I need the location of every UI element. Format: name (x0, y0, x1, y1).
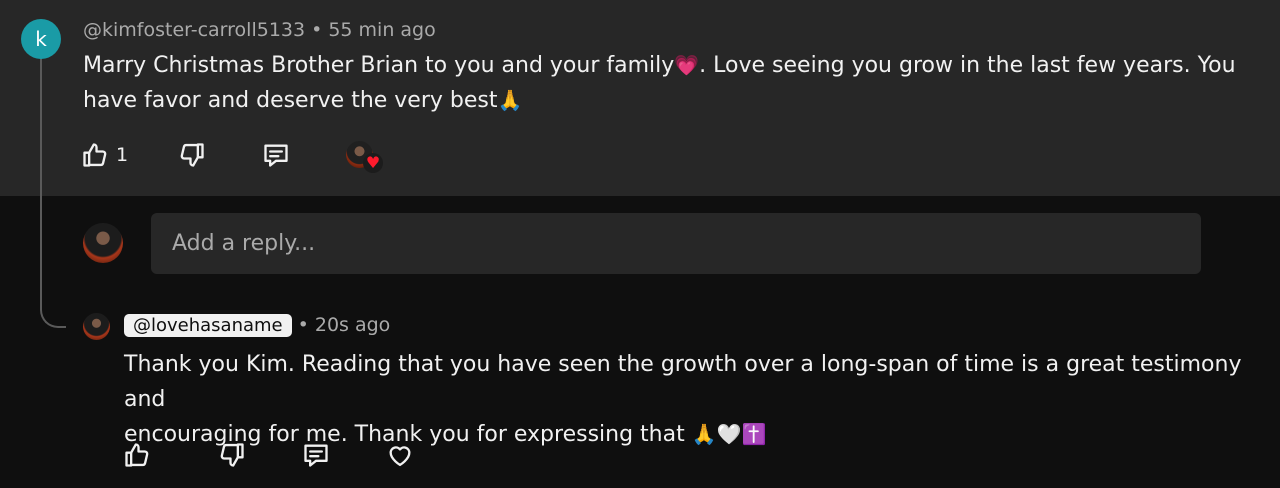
reply-icon (264, 144, 288, 167)
red-heart-icon: ♥ (363, 153, 383, 173)
reply-time[interactable]: 20s ago (315, 314, 390, 336)
meta-separator: • (311, 19, 323, 41)
reply-icon (304, 444, 328, 467)
creator-heart-badge[interactable]: ♥ (346, 141, 384, 175)
like-count: 1 (116, 144, 129, 166)
heart-icon (389, 446, 411, 467)
praying-hands-emoji: 🙏 (497, 88, 523, 112)
pink-heart-emoji: 💗 (674, 53, 700, 77)
meta-separator: • (297, 314, 309, 336)
reply-like-button[interactable] (123, 441, 151, 469)
add-reply-input[interactable] (151, 213, 1201, 274)
reply-author-chip[interactable]: @lovehasaname (124, 314, 292, 337)
reply-line-1: Thank you Kim. Reading that you have see… (124, 352, 1242, 412)
thumb-down-icon (220, 443, 244, 467)
reply-button[interactable] (262, 141, 290, 169)
thumb-up-icon (83, 143, 107, 167)
comment-line-1: Marry Christmas Brother Brian to you and… (83, 53, 1236, 78)
reply-dislike-button[interactable] (218, 441, 246, 469)
comment-text: Marry Christmas Brother Brian to you and… (83, 48, 1236, 118)
reply-author-avatar[interactable] (83, 313, 110, 340)
commenter-avatar[interactable]: k (21, 19, 61, 59)
comment-author[interactable]: @kimfoster-carroll5133 (83, 19, 305, 41)
comment-actions: 1 (81, 141, 290, 169)
reply-actions (123, 441, 414, 469)
reply-emojis: 🙏🤍✝️ (691, 422, 767, 446)
reply-meta: @lovehasaname • 20s ago (124, 314, 390, 337)
comment-time[interactable]: 55 min ago (328, 19, 435, 41)
reply-box[interactable] (151, 213, 1201, 274)
comment-line-2: have favor and deserve the very best🙏 (83, 88, 523, 113)
reply-text: Thank you Kim. Reading that you have see… (124, 347, 1280, 452)
like-button[interactable]: 1 (81, 141, 128, 169)
current-user-avatar[interactable] (83, 223, 123, 263)
dislike-button[interactable] (178, 141, 206, 169)
thread-connector-line (40, 58, 66, 328)
thumb-up-icon (125, 443, 149, 467)
avatar-letter: k (35, 27, 47, 51)
heart-button[interactable] (386, 441, 414, 469)
thumb-down-icon (180, 143, 204, 167)
comment-meta: @kimfoster-carroll5133 • 55 min ago (83, 19, 436, 41)
reply-reply-button[interactable] (302, 441, 330, 469)
